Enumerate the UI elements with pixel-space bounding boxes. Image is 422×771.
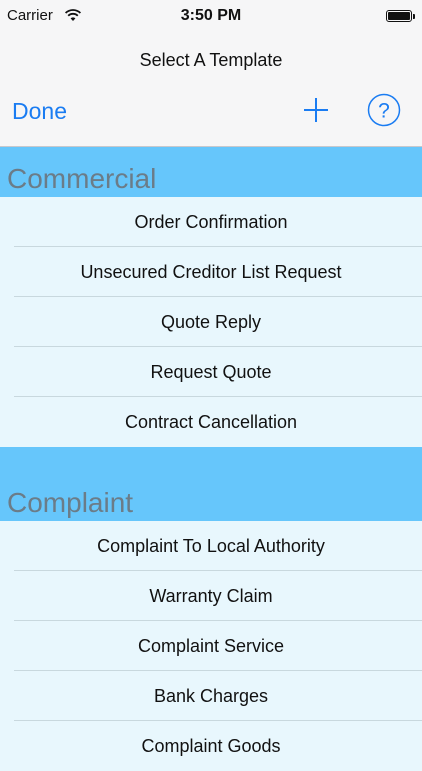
done-button[interactable]: Done xyxy=(12,98,67,125)
list-item[interactable]: Bank Charges xyxy=(0,671,422,721)
section-title: Complaint xyxy=(7,487,134,518)
list-item[interactable]: Warranty Claim xyxy=(0,571,422,621)
list-item[interactable]: Quote Reply xyxy=(0,297,422,347)
plus-icon[interactable] xyxy=(302,96,330,124)
list-item[interactable]: Request Quote xyxy=(0,347,422,397)
battery-cap xyxy=(413,14,415,19)
list-item[interactable]: Contract Cancellation xyxy=(0,397,422,447)
status-time: 3:50 PM xyxy=(180,7,242,24)
navigation-bar: Select A Template Done ? xyxy=(0,34,422,147)
list-item[interactable]: Complaint Service xyxy=(0,621,422,671)
battery-icon xyxy=(386,10,412,22)
page-title: Select A Template xyxy=(139,50,283,70)
section-title: Commercial xyxy=(7,163,157,194)
list-item[interactable]: Complaint To Local Authority xyxy=(0,521,422,571)
section-header-complaint: Complaint xyxy=(0,447,422,521)
question-mark-circle-icon[interactable]: ? xyxy=(367,93,401,127)
svg-text:?: ? xyxy=(378,100,390,123)
status-bar: Carrier 3:50 PM xyxy=(0,0,422,34)
template-list: Commercial Order Confirmation Unsecured … xyxy=(0,147,422,771)
list-item[interactable]: Order Confirmation xyxy=(0,197,422,247)
section-header-commercial: Commercial xyxy=(0,147,422,197)
list-item[interactable]: Complaint Goods xyxy=(0,721,422,771)
list-item[interactable]: Unsecured Creditor List Request xyxy=(0,247,422,297)
